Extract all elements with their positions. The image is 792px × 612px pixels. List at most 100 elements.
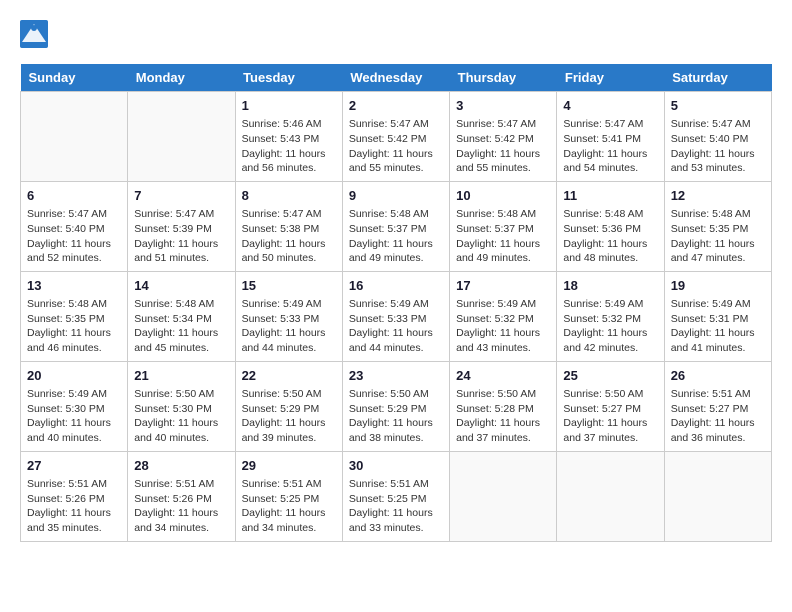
calendar-cell — [450, 451, 557, 541]
weekday-header-sunday: Sunday — [21, 64, 128, 92]
calendar-cell: 15Sunrise: 5:49 AM Sunset: 5:33 PM Dayli… — [235, 271, 342, 361]
calendar-cell: 18Sunrise: 5:49 AM Sunset: 5:32 PM Dayli… — [557, 271, 664, 361]
calendar-cell: 24 Sunrise: 5:50 AM Sunset: 5:28 PM Dayli… — [450, 361, 557, 451]
day-number: 27 — [27, 457, 121, 475]
day-number: 1 — [242, 97, 336, 115]
week-row-3: 13 Sunrise: 5:48 AM Sunset: 5:35 PM Dayli… — [21, 271, 772, 361]
calendar-cell: 13 Sunrise: 5:48 AM Sunset: 5:35 PM Dayli… — [21, 271, 128, 361]
calendar-cell: 8 Sunrise: 5:47 AM Sunset: 5:38 PM Daylig… — [235, 181, 342, 271]
day-number: 19 — [671, 277, 765, 295]
calendar-table: SundayMondayTuesdayWednesdayThursdayFrid… — [20, 64, 772, 542]
day-info: Sunrise: 5:50 AM Sunset: 5:29 PM Dayligh… — [242, 387, 336, 446]
week-row-5: 27 Sunrise: 5:51 AM Sunset: 5:26 PM Dayli… — [21, 451, 772, 541]
calendar-cell: 16Sunrise: 5:49 AM Sunset: 5:33 PM Dayli… — [342, 271, 449, 361]
day-info: Sunrise: 5:46 AM Sunset: 5:43 PM Dayligh… — [242, 117, 336, 176]
calendar-cell: 17 Sunrise: 5:49 AM Sunset: 5:32 PM Dayli… — [450, 271, 557, 361]
day-info: Sunrise: 5:51 AM Sunset: 5:26 PM Dayligh… — [27, 477, 121, 536]
day-info: Sunrise: 5:47 AM Sunset: 5:38 PM Dayligh… — [242, 207, 336, 266]
calendar-cell: 30 Sunrise: 5:51 AM Sunset: 5:25 PM Dayli… — [342, 451, 449, 541]
day-info: Sunrise: 5:49 AM Sunset: 5:32 PM Dayligh… — [456, 297, 550, 356]
calendar-cell: 23 Sunrise: 5:50 AM Sunset: 5:29 PM Dayli… — [342, 361, 449, 451]
day-number: 3 — [456, 97, 550, 115]
calendar-cell: 11Sunrise: 5:48 AM Sunset: 5:36 PM Dayli… — [557, 181, 664, 271]
calendar-cell: 28 Sunrise: 5:51 AM Sunset: 5:26 PM Dayli… — [128, 451, 235, 541]
calendar-cell — [664, 451, 771, 541]
weekday-header-friday: Friday — [557, 64, 664, 92]
day-number: 23 — [349, 367, 443, 385]
day-info: Sunrise: 5:48 AM Sunset: 5:35 PM Dayligh… — [27, 297, 121, 356]
day-number: 17 — [456, 277, 550, 295]
weekday-header-wednesday: Wednesday — [342, 64, 449, 92]
day-number: 13 — [27, 277, 121, 295]
calendar-cell: 14 Sunrise: 5:48 AM Sunset: 5:34 PM Dayli… — [128, 271, 235, 361]
day-number: 15 — [242, 277, 336, 295]
day-number: 29 — [242, 457, 336, 475]
calendar-cell: 10 Sunrise: 5:48 AM Sunset: 5:37 PM Dayli… — [450, 181, 557, 271]
calendar-cell: 20 Sunrise: 5:49 AM Sunset: 5:30 PM Dayli… — [21, 361, 128, 451]
day-info: Sunrise: 5:51 AM Sunset: 5:25 PM Dayligh… — [349, 477, 443, 536]
day-info: Sunrise: 5:49 AM Sunset: 5:32 PM Dayligh… — [563, 297, 657, 356]
calendar-cell: 22 Sunrise: 5:50 AM Sunset: 5:29 PM Dayli… — [235, 361, 342, 451]
logo — [20, 20, 52, 48]
day-number: 8 — [242, 187, 336, 205]
weekday-header-tuesday: Tuesday — [235, 64, 342, 92]
day-info: Sunrise: 5:51 AM Sunset: 5:26 PM Dayligh… — [134, 477, 228, 536]
day-info: Sunrise: 5:49 AM Sunset: 5:30 PM Dayligh… — [27, 387, 121, 446]
day-number: 5 — [671, 97, 765, 115]
day-info: Sunrise: 5:48 AM Sunset: 5:34 PM Dayligh… — [134, 297, 228, 356]
day-info: Sunrise: 5:47 AM Sunset: 5:42 PM Dayligh… — [456, 117, 550, 176]
week-row-2: 6 Sunrise: 5:47 AM Sunset: 5:40 PM Daylig… — [21, 181, 772, 271]
day-info: Sunrise: 5:50 AM Sunset: 5:29 PM Dayligh… — [349, 387, 443, 446]
week-row-1: 1 Sunrise: 5:46 AM Sunset: 5:43 PM Daylig… — [21, 92, 772, 182]
calendar-cell: 2 Sunrise: 5:47 AM Sunset: 5:42 PM Daylig… — [342, 92, 449, 182]
day-number: 20 — [27, 367, 121, 385]
day-number: 21 — [134, 367, 228, 385]
day-number: 22 — [242, 367, 336, 385]
day-info: Sunrise: 5:51 AM Sunset: 5:25 PM Dayligh… — [242, 477, 336, 536]
calendar-cell: 5 Sunrise: 5:47 AM Sunset: 5:40 PM Daylig… — [664, 92, 771, 182]
day-number: 25 — [563, 367, 657, 385]
weekday-header-saturday: Saturday — [664, 64, 771, 92]
calendar-cell: 12Sunrise: 5:48 AM Sunset: 5:35 PM Dayli… — [664, 181, 771, 271]
calendar-cell — [557, 451, 664, 541]
day-number: 2 — [349, 97, 443, 115]
day-number: 30 — [349, 457, 443, 475]
calendar-cell: 7Sunrise: 5:47 AM Sunset: 5:39 PM Daylig… — [128, 181, 235, 271]
calendar-cell: 27 Sunrise: 5:51 AM Sunset: 5:26 PM Dayli… — [21, 451, 128, 541]
day-info: Sunrise: 5:51 AM Sunset: 5:27 PM Dayligh… — [671, 387, 765, 446]
day-info: Sunrise: 5:49 AM Sunset: 5:31 PM Dayligh… — [671, 297, 765, 356]
day-number: 10 — [456, 187, 550, 205]
calendar-cell: 26 Sunrise: 5:51 AM Sunset: 5:27 PM Dayli… — [664, 361, 771, 451]
day-number: 24 — [456, 367, 550, 385]
calendar-cell: 29 Sunrise: 5:51 AM Sunset: 5:25 PM Dayli… — [235, 451, 342, 541]
day-number: 12 — [671, 187, 765, 205]
day-number: 16 — [349, 277, 443, 295]
weekday-header-monday: Monday — [128, 64, 235, 92]
day-info: Sunrise: 5:48 AM Sunset: 5:37 PM Dayligh… — [349, 207, 443, 266]
day-info: Sunrise: 5:50 AM Sunset: 5:30 PM Dayligh… — [134, 387, 228, 446]
week-row-4: 20 Sunrise: 5:49 AM Sunset: 5:30 PM Dayli… — [21, 361, 772, 451]
day-number: 7 — [134, 187, 228, 205]
day-number: 11 — [563, 187, 657, 205]
calendar-cell: 21 Sunrise: 5:50 AM Sunset: 5:30 PM Dayli… — [128, 361, 235, 451]
day-info: Sunrise: 5:48 AM Sunset: 5:37 PM Dayligh… — [456, 207, 550, 266]
day-number: 14 — [134, 277, 228, 295]
day-info: Sunrise: 5:47 AM Sunset: 5:40 PM Dayligh… — [27, 207, 121, 266]
day-info: Sunrise: 5:47 AM Sunset: 5:40 PM Dayligh… — [671, 117, 765, 176]
logo-icon — [20, 20, 48, 48]
calendar-cell: 4 Sunrise: 5:47 AM Sunset: 5:41 PM Daylig… — [557, 92, 664, 182]
day-info: Sunrise: 5:47 AM Sunset: 5:42 PM Dayligh… — [349, 117, 443, 176]
day-number: 6 — [27, 187, 121, 205]
day-number: 4 — [563, 97, 657, 115]
weekday-header-thursday: Thursday — [450, 64, 557, 92]
day-number: 28 — [134, 457, 228, 475]
day-info: Sunrise: 5:50 AM Sunset: 5:28 PM Dayligh… — [456, 387, 550, 446]
calendar-cell: 25 Sunrise: 5:50 AM Sunset: 5:27 PM Dayli… — [557, 361, 664, 451]
day-number: 9 — [349, 187, 443, 205]
weekday-header-row: SundayMondayTuesdayWednesdayThursdayFrid… — [21, 64, 772, 92]
day-info: Sunrise: 5:50 AM Sunset: 5:27 PM Dayligh… — [563, 387, 657, 446]
calendar-cell: 6 Sunrise: 5:47 AM Sunset: 5:40 PM Daylig… — [21, 181, 128, 271]
calendar-cell: 1 Sunrise: 5:46 AM Sunset: 5:43 PM Daylig… — [235, 92, 342, 182]
day-info: Sunrise: 5:47 AM Sunset: 5:41 PM Dayligh… — [563, 117, 657, 176]
day-number: 26 — [671, 367, 765, 385]
